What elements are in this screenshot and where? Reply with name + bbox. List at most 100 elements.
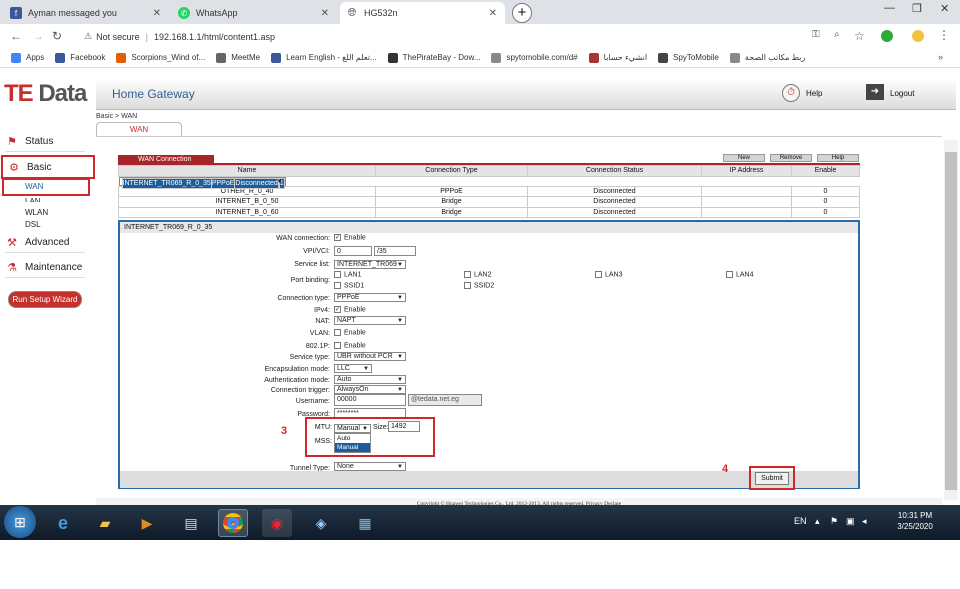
sidebar-item-dsl[interactable]: DSL (25, 220, 41, 229)
logout-icon[interactable]: ➜ (866, 84, 884, 100)
clock[interactable]: 10:31 PM 3/25/2020 (880, 511, 950, 531)
table-row[interactable]: INTERNET_B_0_50 Bridge Disconnected 0 (118, 196, 860, 208)
service-list-select[interactable]: INTERNET_TR069 (334, 260, 406, 269)
connection-type-select[interactable]: PPPoE (334, 293, 406, 302)
table-row[interactable]: INTERNET_TR069_R_0_35 PPPoE Disconnected 1 (118, 176, 286, 189)
folder-icon[interactable]: ▰ (90, 509, 120, 537)
zoom-icon[interactable]: ⌕ (834, 29, 840, 40)
run-setup-wizard-button[interactable]: Run Setup Wizard (9, 292, 81, 307)
volume-icon[interactable]: ◂ (862, 516, 867, 527)
bookmark-health-offices[interactable]: ربط مكاتب الصحة (729, 52, 805, 63)
checkbox[interactable] (334, 342, 341, 349)
flag-icon[interactable]: ⚑ (830, 516, 838, 527)
checkbox[interactable] (464, 271, 471, 278)
vci-input[interactable]: /35 (373, 246, 416, 256)
tab-facebook[interactable]: f Ayman messaged you ✕ (4, 2, 169, 24)
mtu-size-input[interactable]: 1492 (388, 421, 420, 432)
submit-button[interactable]: Submit (755, 472, 789, 485)
port-ssid1[interactable]: SSID1 (334, 282, 364, 289)
sidebar-item-maintenance[interactable]: ⚗ Maintenance (5, 258, 85, 278)
port-ssid2[interactable]: SSID2 (464, 282, 494, 289)
remove-button[interactable]: Remove (770, 154, 812, 162)
sidebar-item-status[interactable]: ⚑ Status (5, 132, 85, 152)
connection-trigger-select[interactable]: AlwaysOn (334, 385, 406, 394)
checkbox[interactable] (334, 329, 341, 336)
mtu-option-auto[interactable]: Auto (335, 434, 370, 443)
table-help-button[interactable]: Help (817, 154, 859, 162)
scrollbar-thumb[interactable] (945, 152, 957, 490)
network-tool-icon[interactable]: ◈ (306, 509, 336, 537)
bookmark-learn-english[interactable]: Learn English - تعلم اللغ... (271, 52, 377, 63)
sidebar-item-basic[interactable]: ⚙ Basic (1, 155, 95, 179)
remote-desktop-icon[interactable]: ▦ (350, 509, 380, 537)
key-icon[interactable]: ⚿ (812, 29, 820, 40)
mtu-option-manual[interactable]: Manual (335, 443, 370, 452)
username-input[interactable]: 00000 (334, 394, 406, 406)
checkbox[interactable] (726, 271, 733, 278)
mtu-select[interactable]: Manual (334, 424, 371, 433)
logout-link[interactable]: Logout (890, 89, 914, 98)
help-link[interactable]: Help (806, 89, 822, 98)
vlan-enable[interactable]: Enable (334, 329, 366, 336)
maximize-icon[interactable]: ❐ (912, 2, 922, 15)
sidebar-item-wan[interactable]: WAN (25, 182, 43, 191)
authentication-select[interactable]: Auto (334, 375, 406, 384)
close-icon[interactable]: ✕ (153, 8, 161, 19)
help-icon[interactable]: ⏱ (782, 84, 800, 102)
p8021-enable[interactable]: Enable (334, 342, 366, 349)
service-type-select[interactable]: UBR without PCR (334, 352, 406, 361)
checkbox[interactable] (464, 282, 471, 289)
bookmark-piratebay[interactable]: ThePirateBay - Dow... (387, 52, 480, 63)
ipv4-enable[interactable]: ✓ Enable (334, 306, 366, 313)
close-icon[interactable]: ✕ (489, 8, 497, 19)
bookmark-apps[interactable]: Apps (11, 52, 44, 63)
sidebar-item-advanced[interactable]: ⚒ Advanced (5, 233, 85, 253)
sidebar-item-lan[interactable]: LAN (25, 197, 41, 202)
start-button[interactable]: ⊞ (4, 506, 36, 538)
extension-icon[interactable] (881, 30, 893, 42)
wan-connection-enable[interactable]: ✓ Enable (334, 234, 366, 241)
more-bookmarks-icon[interactable]: » (938, 52, 943, 62)
checkbox[interactable] (334, 271, 341, 278)
checkbox[interactable] (595, 271, 602, 278)
close-icon[interactable]: ✕ (321, 8, 329, 19)
close-window-icon[interactable]: ✕ (940, 2, 949, 15)
tab-whatsapp[interactable]: ✆ WhatsApp ✕ (172, 2, 337, 24)
bookmark-create-account[interactable]: انشيء حسابا (588, 52, 647, 63)
port-lan3[interactable]: LAN3 (595, 271, 623, 278)
port-lan2[interactable]: LAN2 (464, 271, 492, 278)
show-hidden-icons[interactable]: ▴ (815, 516, 820, 527)
document-icon[interactable]: ▤ (176, 509, 206, 537)
encapsulation-select[interactable]: LLC (334, 364, 372, 373)
vpi-input[interactable]: 0 (334, 246, 372, 256)
bookmark-scorpions[interactable]: Scorpions_Wind of... (116, 52, 205, 63)
nat-select[interactable]: NAPT (334, 316, 406, 325)
bookmark-meetme[interactable]: MeetMe (216, 52, 260, 63)
back-icon[interactable]: ← (10, 29, 22, 43)
minimize-icon[interactable]: — (884, 2, 895, 14)
new-button[interactable]: New (723, 154, 765, 162)
sidebar-item-wlan[interactable]: WLAN (25, 208, 48, 217)
tab-hg532n[interactable]: 🌐︎ HG532n ✕ (340, 2, 505, 24)
checkbox-checked-icon[interactable]: ✓ (334, 306, 341, 313)
port-lan1[interactable]: LAN1 (334, 271, 362, 278)
app-icon[interactable]: ◉ (262, 509, 292, 537)
media-player-icon[interactable]: ▶ (132, 509, 162, 537)
table-row[interactable]: INTERNET_B_0_60 Bridge Disconnected 0 (118, 206, 860, 218)
checkbox-checked-icon[interactable]: ✓ (334, 234, 341, 241)
profile-avatar[interactable] (912, 30, 924, 42)
address-bar[interactable]: ⚠ Not secure | 192.168.1.1/html/content1… (70, 28, 880, 45)
new-tab-button[interactable]: + (512, 3, 532, 23)
internet-explorer-icon[interactable]: e (48, 509, 78, 537)
reload-icon[interactable]: ↻ (52, 29, 62, 43)
forward-icon[interactable]: → (32, 29, 44, 43)
tab-wan[interactable]: WAN (96, 122, 182, 136)
bookmark-spytomobile-link[interactable]: spytomobile.com/d# (491, 52, 578, 63)
chrome-taskbar-icon[interactable] (218, 509, 248, 537)
bookmark-spytomobile[interactable]: SpyToMobile (658, 52, 719, 63)
bookmark-facebook[interactable]: Facebook (55, 52, 105, 63)
menu-icon[interactable]: ⋮ (938, 28, 950, 42)
checkbox[interactable] (334, 282, 341, 289)
star-icon[interactable]: ☆ (854, 29, 865, 43)
language-indicator[interactable]: EN (794, 516, 807, 526)
